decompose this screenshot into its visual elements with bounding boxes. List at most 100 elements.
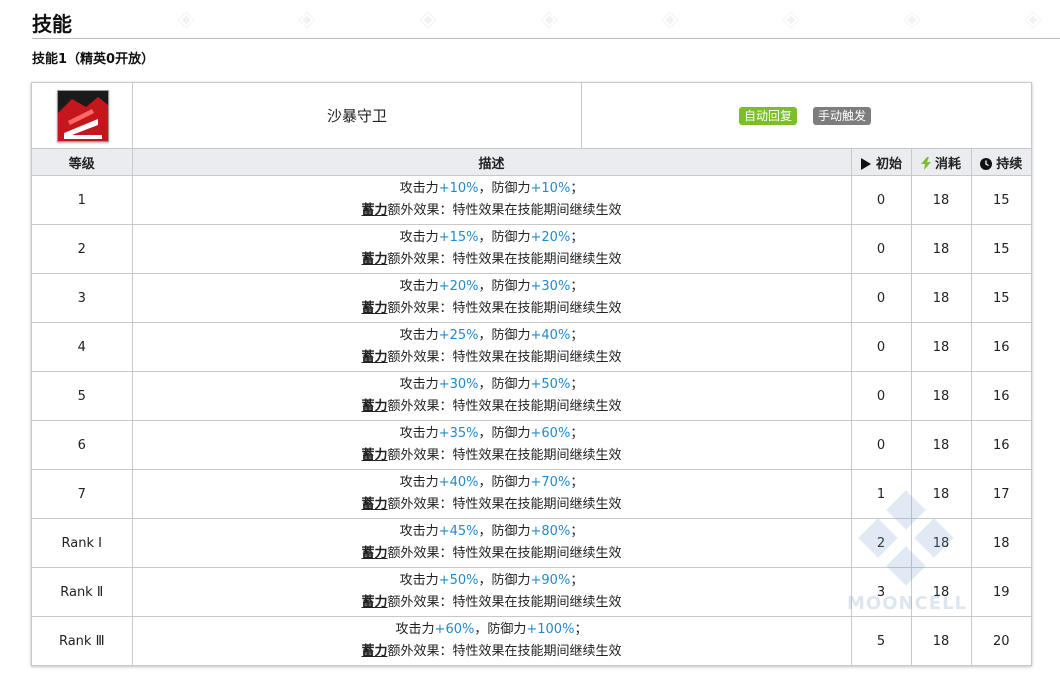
keyword-link[interactable]: 蓄力 <box>361 546 387 561</box>
desc-line-stats: 攻击力+20%，防御力+30%； <box>133 276 851 298</box>
background-pattern <box>900 8 922 30</box>
keyword-link[interactable]: 蓄力 <box>361 595 387 610</box>
desc-line-stats: 攻击力+15%，防御力+20%； <box>133 227 851 249</box>
initial-sp-cell: 2 <box>850 518 912 568</box>
header-duration: 持续 <box>970 148 1031 176</box>
atk-value: +20% <box>438 279 479 294</box>
line-end: ； <box>570 230 584 245</box>
header-cost-label: 消耗 <box>934 156 961 172</box>
sp-cost-cell: 18 <box>910 567 972 617</box>
sp-cost-cell: 18 <box>910 420 972 470</box>
duration-cell: 16 <box>970 322 1031 372</box>
initial-sp-cell: 0 <box>850 322 912 372</box>
section-title: 技能 <box>32 12 72 36</box>
def-value: +50% <box>530 377 571 392</box>
def-value: +70% <box>530 475 571 490</box>
desc-line-extra: 蓄力额外效果：特性效果在技能期间继续生效 <box>133 641 851 663</box>
keyword-link[interactable]: 蓄力 <box>361 497 387 512</box>
level-cell: Rank Ⅲ <box>32 616 133 666</box>
header-level-label: 等级 <box>68 156 95 172</box>
atk-value: +15% <box>438 230 479 245</box>
description-cell: 攻击力+45%，防御力+80%； 蓄力额外效果：特性效果在技能期间继续生效 <box>131 518 852 568</box>
clock-icon <box>980 157 993 170</box>
keyword-link[interactable]: 蓄力 <box>361 350 387 365</box>
level-cell: 5 <box>32 371 133 421</box>
separator: ， <box>478 230 492 245</box>
lightning-icon <box>920 156 931 170</box>
level-cell: 2 <box>32 224 133 274</box>
line-end: ； <box>570 573 584 588</box>
level-cell: 7 <box>32 469 133 519</box>
keyword-link[interactable]: 蓄力 <box>361 399 387 414</box>
desc-line-extra: 蓄力额外效果：特性效果在技能期间继续生效 <box>133 494 851 516</box>
keyword-link[interactable]: 蓄力 <box>361 644 387 659</box>
sp-cost-cell: 18 <box>910 322 972 372</box>
table-row: 2 攻击力+15%，防御力+20%； 蓄力额外效果：特性效果在技能期间继续生效 0 18… <box>32 224 1031 274</box>
atk-label: 攻击力 <box>395 622 435 637</box>
atk-label: 攻击力 <box>399 524 439 539</box>
background-pattern <box>1021 8 1043 30</box>
def-value: +10% <box>530 181 571 196</box>
level-cell: 4 <box>32 322 133 372</box>
sp-cost-cell: 18 <box>910 616 972 666</box>
duration-cell: 16 <box>970 371 1031 421</box>
table-row: Rank Ⅰ 攻击力+45%，防御力+80%； 蓄力额外效果：特性效果在技能期间继续… <box>32 518 1031 568</box>
desc-line-stats: 攻击力+10%，防御力+10%； <box>133 178 851 200</box>
desc-line-stats: 攻击力+45%，防御力+80%； <box>133 521 851 543</box>
initial-sp-cell: 0 <box>850 273 912 323</box>
description-cell: 攻击力+25%，防御力+40%； 蓄力额外效果：特性效果在技能期间继续生效 <box>131 322 852 372</box>
table-header-row: 等级 描述 初始 消耗 持续 <box>32 148 1031 176</box>
background-pattern <box>295 8 317 30</box>
def-label: 防御力 <box>491 279 531 294</box>
skill-level-table: 等级 描述 初始 消耗 持续 1 攻击力+10%，防御力+10%； 蓄力额外效果：特… <box>32 148 1031 666</box>
initial-sp-cell: 0 <box>850 420 912 470</box>
duration-cell: 15 <box>970 224 1031 274</box>
sp-cost-cell: 18 <box>910 518 972 568</box>
atk-value: +50% <box>438 573 479 588</box>
header-level: 等级 <box>32 148 133 176</box>
separator: ， <box>478 524 492 539</box>
desc-line-stats: 攻击力+40%，防御力+70%； <box>133 472 851 494</box>
atk-value: +35% <box>438 426 479 441</box>
keyword-link[interactable]: 蓄力 <box>361 252 387 267</box>
separator: ， <box>478 377 492 392</box>
skill-icon[interactable] <box>57 90 109 142</box>
separator: ， <box>478 181 492 196</box>
duration-cell: 15 <box>970 273 1031 323</box>
desc-line-extra: 蓄力额外效果：特性效果在技能期间继续生效 <box>133 347 851 369</box>
table-row: 1 攻击力+10%，防御力+10%； 蓄力额外效果：特性效果在技能期间继续生效 0 18… <box>32 175 1031 225</box>
line-end: ； <box>570 426 584 441</box>
header-desc: 描述 <box>131 148 852 176</box>
description-cell: 攻击力+40%，防御力+70%； 蓄力额外效果：特性效果在技能期间继续生效 <box>131 469 852 519</box>
keyword-link[interactable]: 蓄力 <box>361 301 387 316</box>
sp-cost-cell: 18 <box>910 224 972 274</box>
desc-line-extra: 蓄力额外效果：特性效果在技能期间继续生效 <box>133 200 851 222</box>
initial-sp-cell: 1 <box>850 469 912 519</box>
extra-effect-text: 额外效果：特性效果在技能期间继续生效 <box>387 448 622 463</box>
def-label: 防御力 <box>491 524 531 539</box>
line-end: ； <box>570 475 584 490</box>
atk-value: +10% <box>438 181 479 196</box>
sandstorm-icon <box>58 91 108 141</box>
desc-line-extra: 蓄力额外效果：特性效果在技能期间继续生效 <box>133 298 851 320</box>
def-label: 防御力 <box>491 328 531 343</box>
desc-line-extra: 蓄力额外效果：特性效果在技能期间继续生效 <box>133 445 851 467</box>
desc-line-extra: 蓄力额外效果：特性效果在技能期间继续生效 <box>133 543 851 565</box>
atk-label: 攻击力 <box>399 328 439 343</box>
sp-cost-cell: 18 <box>910 371 972 421</box>
keyword-link[interactable]: 蓄力 <box>361 448 387 463</box>
def-value: +20% <box>530 230 571 245</box>
keyword-link[interactable]: 蓄力 <box>361 203 387 218</box>
skill-name: 沙暴守卫 <box>133 83 582 148</box>
initial-sp-cell: 0 <box>850 371 912 421</box>
sp-cost-cell: 18 <box>910 469 972 519</box>
play-icon <box>860 157 871 170</box>
separator: ， <box>478 279 492 294</box>
extra-effect-text: 额外效果：特性效果在技能期间继续生效 <box>387 252 622 267</box>
extra-effect-text: 额外效果：特性效果在技能期间继续生效 <box>387 546 622 561</box>
description-cell: 攻击力+20%，防御力+30%； 蓄力额外效果：特性效果在技能期间继续生效 <box>131 273 852 323</box>
desc-line-stats: 攻击力+30%，防御力+50%； <box>133 374 851 396</box>
extra-effect-text: 额外效果：特性效果在技能期间继续生效 <box>387 644 622 659</box>
background-pattern <box>779 8 801 30</box>
desc-line-extra: 蓄力额外效果：特性效果在技能期间继续生效 <box>133 249 851 271</box>
